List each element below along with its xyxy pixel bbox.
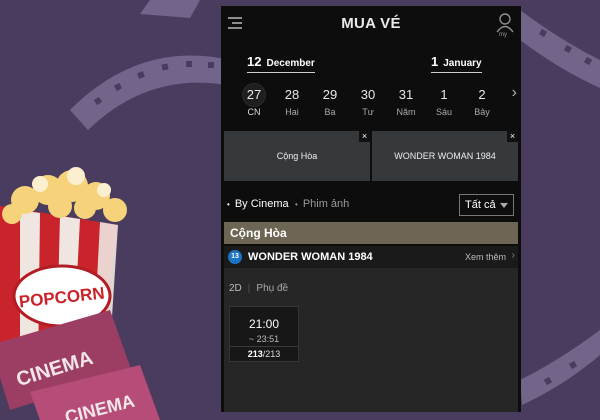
showtimes-panel: 2D | Phụ đề 21:00 ~ 23:51 213/213: [224, 268, 518, 412]
close-icon[interactable]: ×: [507, 131, 518, 142]
top-bar: MUA VÉ my: [221, 6, 521, 44]
month-end-day: 1: [431, 54, 439, 69]
age-rating-badge: 13: [228, 250, 242, 264]
tab-label: Phim ảnh: [302, 198, 350, 210]
chevron-right-icon: ›: [511, 250, 515, 261]
cinema-header: Cộng Hòa: [224, 222, 518, 244]
tab-by-movie[interactable]: • Phim ảnh: [295, 198, 349, 210]
showtime-slot[interactable]: 21:00 ~ 23:51 213/213: [229, 306, 299, 362]
filter-dropdown[interactable]: Tất cả: [459, 194, 514, 216]
subtitle-label: Phụ đề: [256, 283, 289, 294]
date-item[interactable]: 2 Bảy: [471, 84, 493, 117]
tab-label: By Cinema: [234, 198, 289, 210]
date-item[interactable]: 30 Tư: [357, 84, 379, 117]
date-number: 1: [440, 87, 448, 102]
account-icon[interactable]: my: [495, 12, 515, 38]
month-start-name: December: [266, 58, 315, 69]
date-number: 27: [243, 84, 265, 106]
filter-chip-label: Cộng Hòa: [276, 151, 318, 161]
date-item[interactable]: 27 CN: [243, 84, 265, 117]
filter-chip-label: WONDER WOMAN 1984: [394, 151, 496, 161]
seat-availability: 213/213: [230, 346, 298, 361]
date-weekday: Sáu: [435, 107, 452, 117]
format-label: 2D: [229, 283, 242, 294]
showtime-end: ~ 23:51: [248, 334, 280, 344]
divider: |: [247, 283, 251, 294]
format-line: 2D | Phụ đề: [229, 283, 288, 294]
filter-chip-movie[interactable]: WONDER WOMAN 1984 ×: [372, 131, 518, 181]
date-number: 28: [284, 87, 300, 102]
app-screen: MUA VÉ my 12 December 1 January 27 CN 28…: [221, 6, 521, 412]
chevron-right-icon[interactable]: ›: [512, 84, 517, 102]
see-more-link[interactable]: Xem thêm: [465, 252, 506, 262]
date-weekday: CN: [247, 107, 261, 117]
close-icon[interactable]: ×: [359, 131, 370, 142]
dropdown-value: Tất cả: [465, 199, 496, 211]
seats-available: 213: [247, 349, 263, 359]
tab-bullet-icon: •: [227, 200, 230, 209]
date-number: 31: [398, 87, 414, 102]
seats-total: /213: [262, 349, 281, 359]
date-weekday: Hai: [285, 107, 299, 117]
active-filters: Cộng Hòa × WONDER WOMAN 1984 ×: [224, 131, 518, 182]
date-item[interactable]: 31 Năm: [395, 84, 417, 117]
date-item[interactable]: 1 Sáu: [433, 84, 455, 117]
date-number: 2: [478, 87, 486, 102]
filter-chip-cinema[interactable]: Cộng Hòa ×: [224, 131, 370, 181]
date-number: 30: [360, 87, 376, 102]
month-start-day: 12: [247, 54, 262, 69]
movie-title: WONDER WOMAN 1984: [248, 251, 373, 263]
month-label-end: 1 January: [431, 54, 482, 73]
page-title: MUA VÉ: [341, 15, 401, 32]
date-item[interactable]: 29 Ba: [319, 84, 341, 117]
month-end-name: January: [443, 58, 482, 69]
date-weekday: Bảy: [474, 107, 490, 117]
month-label-start: 12 December: [247, 54, 315, 73]
date-weekday: Ba: [324, 107, 336, 117]
date-weekday: Tư: [362, 107, 374, 117]
movie-row[interactable]: 13 WONDER WOMAN 1984 Xem thêm ›: [224, 246, 518, 268]
chevron-down-icon: [500, 203, 508, 208]
account-label: my: [499, 32, 507, 38]
month-row: 12 December 1 January: [221, 54, 521, 76]
tab-by-cinema[interactable]: • By Cinema: [227, 198, 289, 210]
date-number: 29: [322, 87, 338, 102]
view-tabs: • By Cinema • Phim ảnh Tất cả: [221, 194, 521, 218]
showtime-start: 21:00: [248, 317, 280, 331]
date-weekday: Năm: [396, 107, 416, 117]
tab-bullet-icon: •: [295, 200, 298, 209]
date-item[interactable]: 28 Hai: [281, 84, 303, 117]
